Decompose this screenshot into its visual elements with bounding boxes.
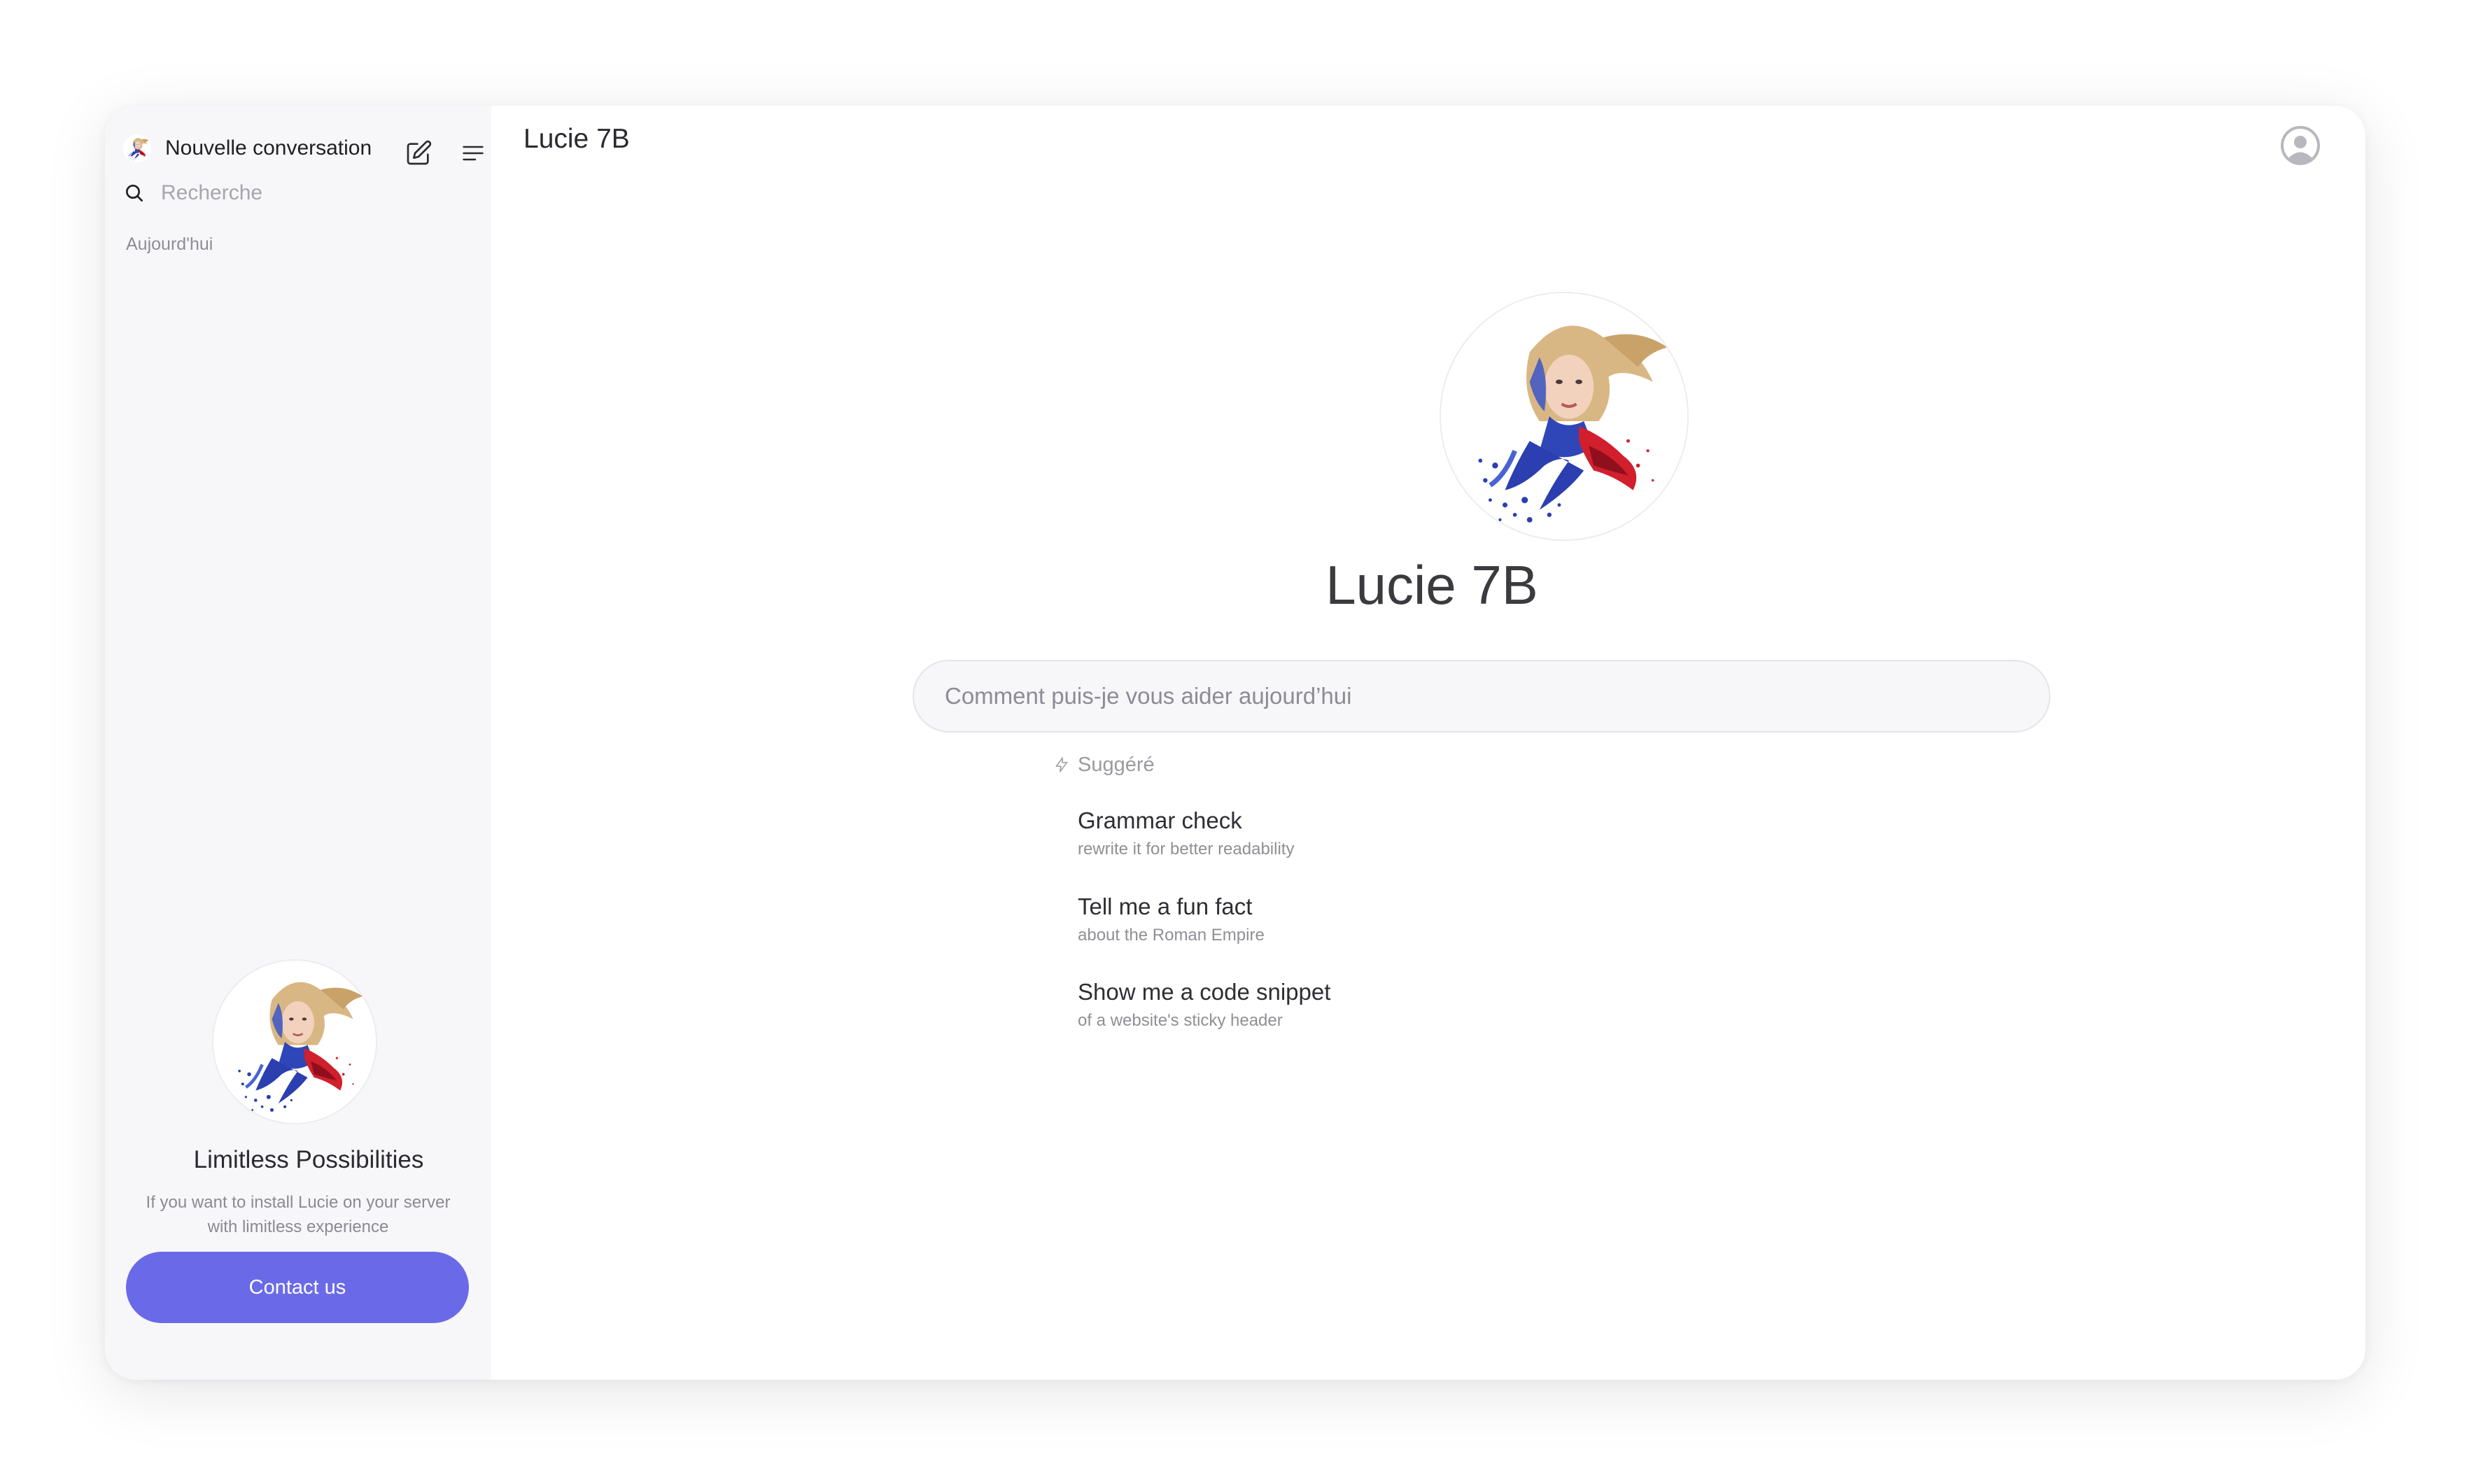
search-input[interactable] [161,181,455,205]
suggestion-item[interactable]: Grammar check rewrite it for better read… [1078,805,1708,861]
sidebar-header: Nouvelle conversation [123,127,484,170]
menu-lines-icon[interactable] [456,136,490,170]
suggested-heading: Suggéré [1055,749,1155,780]
contact-us-button[interactable]: Contact us [126,1252,469,1323]
assistant-avatar [1440,292,1689,541]
section-today-heading: Aujourd'hui [126,234,213,254]
user-avatar-icon[interactable] [2280,125,2321,166]
suggestion-title: Show me a code snippet [1078,979,1331,1005]
suggested-label: Suggéré [1078,753,1155,776]
app-window: Nouvelle conversation Recherche Aujourd'… [105,106,2365,1380]
new-chat-label[interactable]: Nouvelle conversation [165,136,372,160]
edit-pencil-icon[interactable] [402,136,435,170]
bolt-icon [1053,756,1071,774]
sidebar-search [123,173,473,213]
sidebar: Nouvelle conversation Recherche Aujourd'… [105,106,491,1380]
prompt-input[interactable] [945,683,2049,709]
promo-title: Limitless Possibilities [193,1146,424,1173]
prompt-box [913,660,2051,733]
suggestion-item[interactable]: Tell me a fun fact about the Roman Empir… [1078,891,1708,947]
promo-text: If you want to install Lucie on your ser… [126,1190,470,1239]
suggestion-subtitle: about the Roman Empire [1078,926,1265,945]
suggestion-title: Grammar check [1078,807,1242,833]
main-panel: Lucie 7B Lucie 7B Suggéré Grammar che [491,106,2365,1380]
suggestion-title: Tell me a fun fact [1078,893,1253,919]
suggestion-subtitle: of a website's sticky header [1078,1011,1283,1030]
search-icon [123,182,146,204]
promo-text-line-1: If you want to install Lucie on your ser… [146,1193,451,1212]
suggestion-item[interactable]: Show me a code snippet of a website's st… [1078,977,1708,1033]
promo-text-line-2: with limitless experience [207,1217,389,1236]
promo-avatar [212,959,377,1124]
assistant-name: Lucie 7B [1325,554,1538,616]
lucie-logo-icon [123,134,151,162]
suggestion-subtitle: rewrite it for better readability [1078,840,1295,858]
page-title: Lucie 7B [523,124,630,154]
